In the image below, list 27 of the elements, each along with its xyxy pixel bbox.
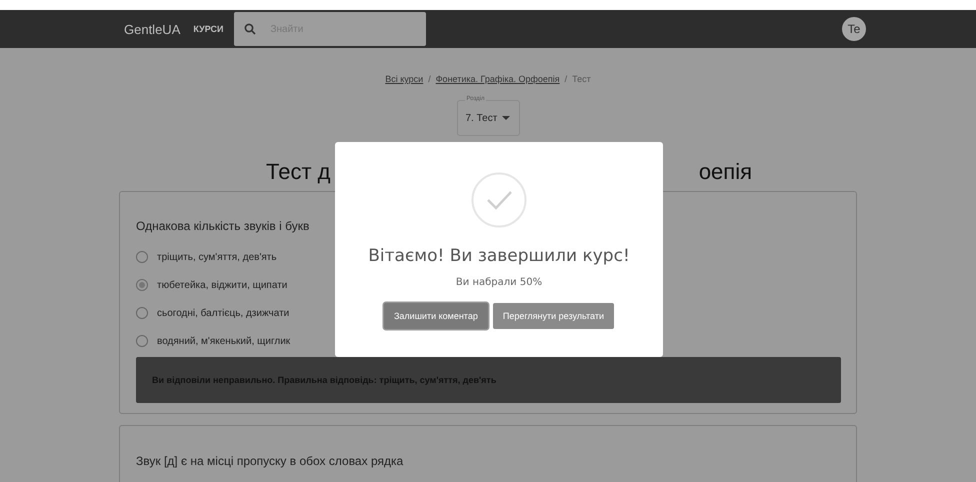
option-label[interactable]: сьогодні, балтієць, дзижчати <box>157 308 290 318</box>
breadcrumb-link[interactable]: Фонетика. Графіка. Орфоепія <box>436 74 560 84</box>
breadcrumb-separator: / <box>428 74 431 84</box>
option-label[interactable]: водяний, м'якенький, щиглик <box>157 336 290 346</box>
question-text: Однакова кількість звуків і букв <box>136 219 310 233</box>
option-label[interactable]: тюбетейка, віджити, щипати <box>157 280 288 290</box>
question-text: Звук [д] є на місці пропуску в обох словах рядка <box>136 454 404 468</box>
search-icon <box>244 23 256 35</box>
results-button[interactable]: Переглянути результати <box>492 303 614 329</box>
radio-button[interactable] <box>136 307 148 319</box>
option-label[interactable]: тріщить, сум'яття, дев'ять <box>157 252 277 262</box>
breadcrumb-separator: / <box>564 74 568 84</box>
radio-button[interactable] <box>136 251 148 263</box>
breadcrumb-current: Тест <box>572 74 591 84</box>
dialog-title: Вітаємо! Ви завершили курс! <box>368 246 630 266</box>
check-icon <box>471 172 527 228</box>
radio-button[interactable] <box>136 279 148 291</box>
page-title: Тест д <box>266 159 330 185</box>
caret-icon <box>502 116 510 120</box>
dialog-message: Ви набрали 50% <box>456 277 542 288</box>
brand-logo[interactable]: GentleUA <box>124 22 180 36</box>
page-title: оепія <box>698 159 752 185</box>
breadcrumb-link[interactable]: Всі курси <box>385 74 424 84</box>
user-avatar[interactable]: Te <box>842 17 866 41</box>
radio-button[interactable] <box>136 335 148 347</box>
courses-link[interactable]: КУРСИ <box>193 24 224 34</box>
comment-button[interactable]: Залишити коментар <box>384 303 488 329</box>
